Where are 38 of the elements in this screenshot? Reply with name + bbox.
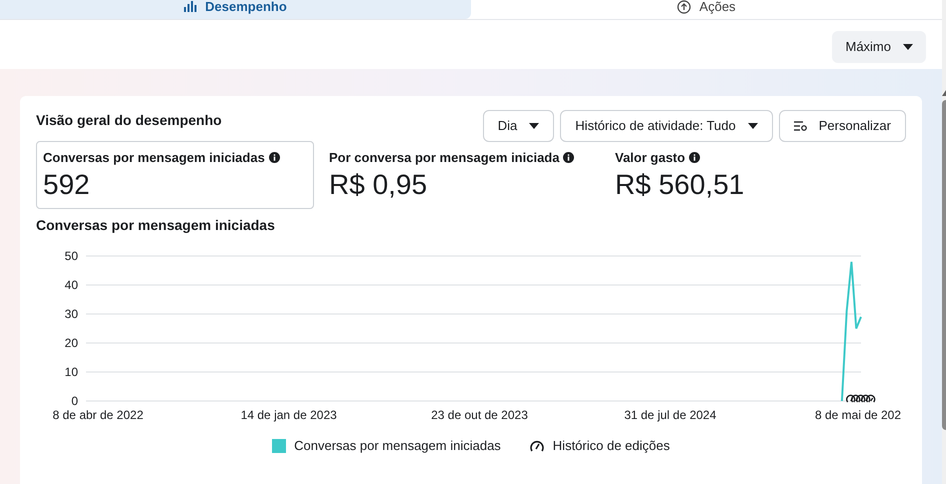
info-icon bbox=[268, 152, 280, 164]
metric-tile[interactable]: Valor gasto R$ 560,51 bbox=[608, 141, 886, 209]
tab[interactable]: Desempenho bbox=[0, 0, 471, 19]
y-tick-label: 30 bbox=[64, 307, 78, 321]
range-dropdown[interactable]: Máximo bbox=[832, 31, 926, 63]
y-tick-label: 40 bbox=[64, 278, 78, 292]
dropdown[interactable]: Dia bbox=[482, 110, 554, 142]
metric-value: R$ 560,51 bbox=[615, 168, 746, 202]
info-icon bbox=[689, 152, 700, 164]
x-tick-label: 31 de jul de 2024 bbox=[624, 408, 716, 422]
edit-history-icon bbox=[528, 438, 545, 453]
caret-icon bbox=[903, 44, 913, 50]
metric-label: Por conversa por mensagem iniciada bbox=[329, 149, 560, 167]
y-tick-label: 20 bbox=[64, 336, 78, 350]
metric-value: 592 bbox=[43, 168, 91, 202]
y-tick-label: 10 bbox=[64, 365, 78, 379]
caret-icon bbox=[529, 123, 540, 129]
metric-value: R$ 0,95 bbox=[329, 168, 428, 202]
x-tick-label: 14 de jan de 2023 bbox=[240, 408, 337, 422]
settings-icon bbox=[794, 120, 807, 132]
legend-label: Conversas por mensagem iniciadas bbox=[294, 437, 501, 455]
legend-label: Histórico de edições bbox=[552, 437, 670, 455]
dropdown[interactable]: Histórico de atividade: Tudo bbox=[560, 110, 773, 142]
metric-tile[interactable]: Conversas por mensagem iniciadas 592 bbox=[36, 141, 314, 209]
x-tick-label: 8 de abr de 2022 bbox=[52, 408, 144, 422]
x-tick-label: 8 de mai de 202 bbox=[814, 408, 902, 422]
caret-icon bbox=[748, 123, 758, 129]
info-icon bbox=[563, 152, 574, 164]
y-tick-label: 0 bbox=[71, 394, 78, 408]
x-tick-label: 23 de out de 2023 bbox=[431, 408, 528, 422]
bar-chart-icon bbox=[184, 1, 198, 12]
metric-label: Conversas por mensagem iniciadas bbox=[43, 149, 265, 167]
chart-title: Conversas por mensagem iniciadas bbox=[36, 216, 275, 235]
y-tick-label: 50 bbox=[64, 249, 78, 263]
metric-label: Valor gasto bbox=[615, 149, 686, 167]
card-title: Visão geral do desempenho bbox=[36, 111, 222, 130]
customize-button[interactable]: Personalizar bbox=[778, 110, 906, 142]
metric-tile[interactable]: Por conversa por mensagem iniciada R$ 0,95 bbox=[322, 141, 600, 209]
